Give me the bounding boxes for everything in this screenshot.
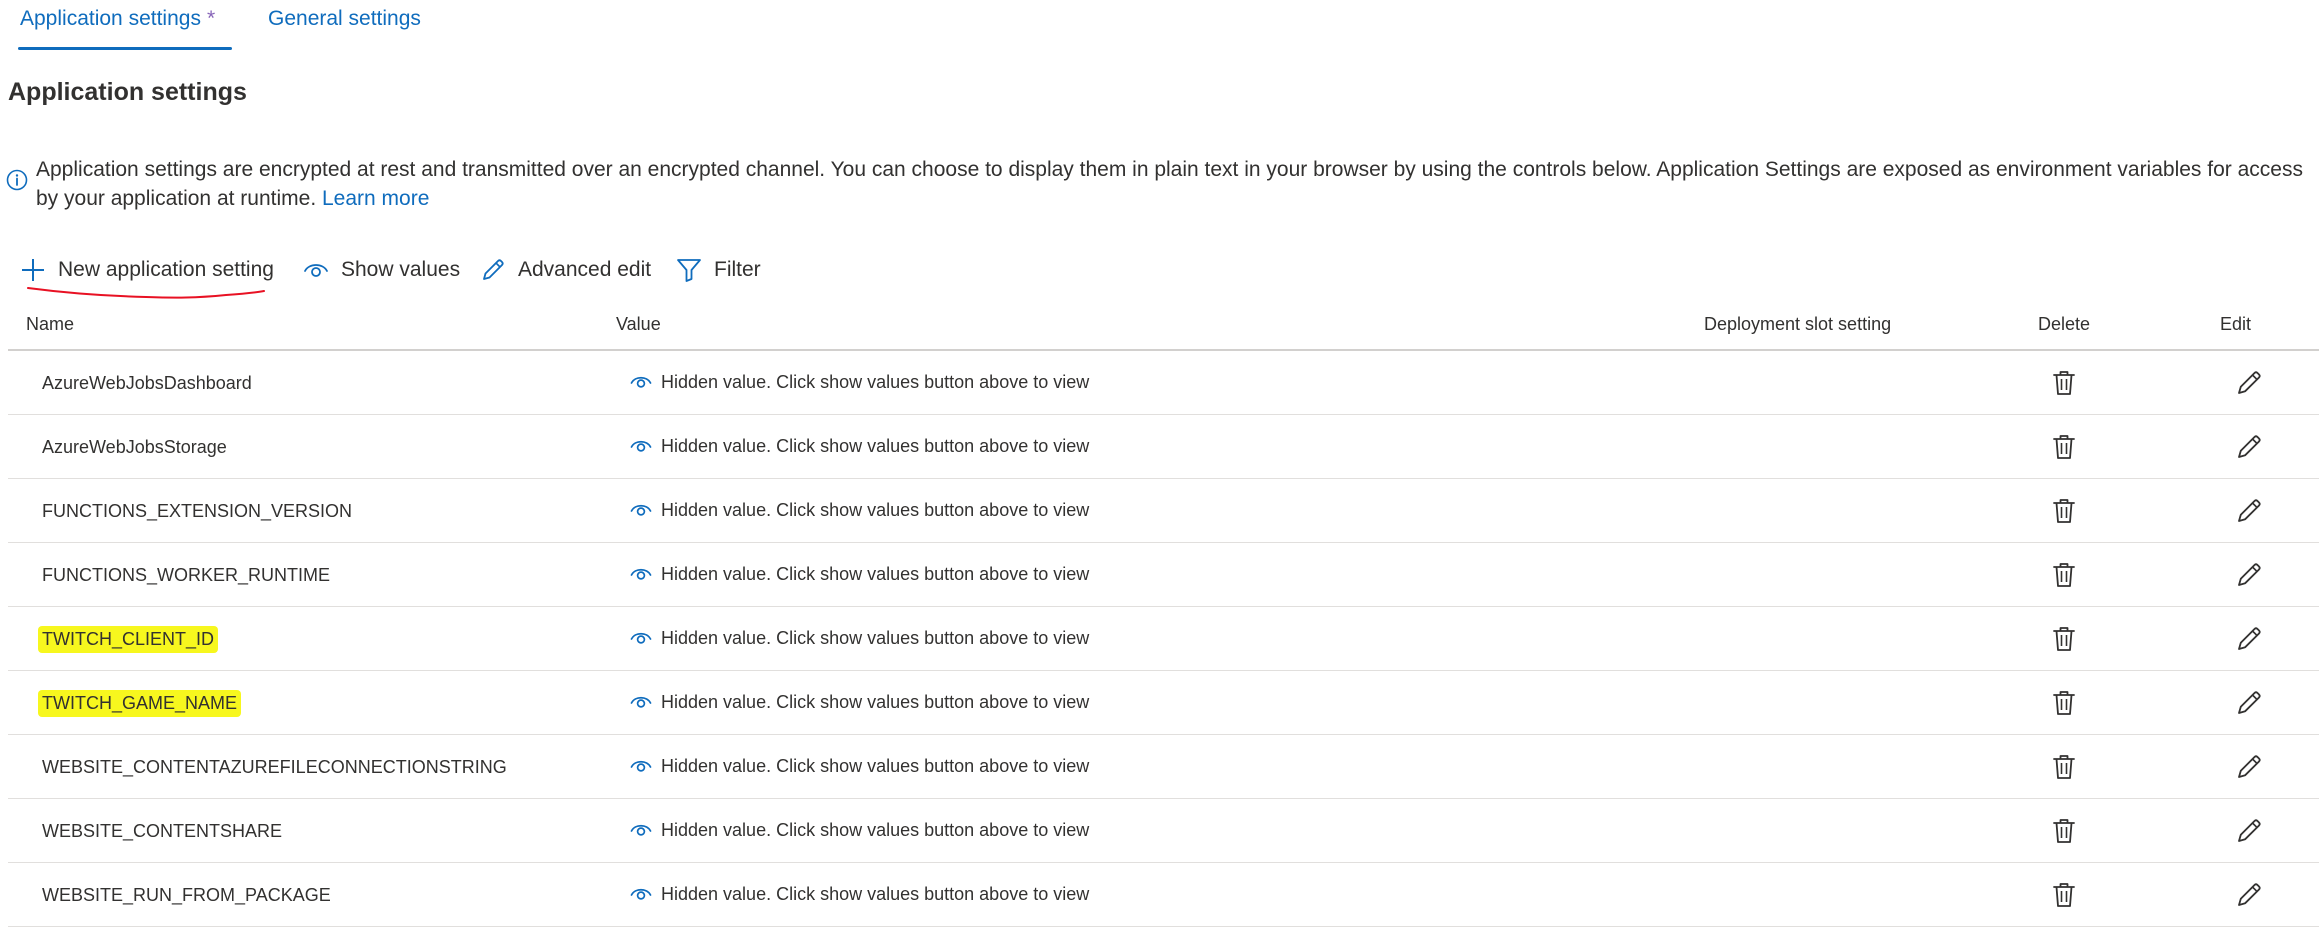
info-message: Application settings are encrypted at re… [36,155,2319,213]
column-header-value[interactable]: Value [616,314,661,335]
setting-name[interactable]: AzureWebJobsDashboard [38,370,256,397]
tab-application-settings[interactable]: Application settings * [20,7,215,31]
info-icon [6,169,28,191]
hidden-value[interactable]: Hidden value. Click show values button a… [630,751,1089,781]
setting-name[interactable]: FUNCTIONS_WORKER_RUNTIME [38,562,334,589]
trash-icon[interactable] [2051,433,2077,461]
hidden-value-text: Hidden value. Click show values button a… [661,755,1090,776]
filter-icon [677,259,701,282]
pencil-icon[interactable] [2235,753,2263,781]
setting-name[interactable]: AzureWebJobsStorage [38,434,231,461]
table-row: TWITCH_CLIENT_ID Hidden value. Click sho… [8,607,2319,671]
show-values-button[interactable]: Show values [303,250,460,290]
table-row: AzureWebJobsDashboard Hidden value. Clic… [8,351,2319,415]
advanced-edit-button[interactable]: Advanced edit [480,250,651,290]
annotation-underline [27,287,265,299]
pencil-icon [483,259,504,280]
command-bar: New application setting Show values Adva… [0,250,2319,290]
eye-icon [630,376,652,388]
trash-icon[interactable] [2051,625,2077,653]
setting-name[interactable]: WEBSITE_RUN_FROM_PACKAGE [38,882,335,909]
pencil-icon[interactable] [2235,497,2263,525]
setting-name[interactable]: FUNCTIONS_EXTENSION_VERSION [38,498,356,525]
pencil-icon[interactable] [2235,433,2263,461]
trash-icon[interactable] [2051,689,2077,717]
eye-icon [630,632,652,644]
trash-icon[interactable] [2051,497,2077,525]
table-header: Name Value Deployment slot setting Delet… [8,306,2319,351]
tab-bar: Application settings * General settings [0,0,2319,52]
eye-icon [630,760,652,772]
column-header-deployment-slot[interactable]: Deployment slot setting [1704,314,1891,335]
setting-name[interactable]: TWITCH_GAME_NAME [38,690,242,717]
learn-more-link[interactable]: Learn more [322,187,429,210]
setting-name[interactable]: TWITCH_CLIENT_ID [38,626,219,653]
hidden-value-text: Hidden value. Click show values button a… [661,499,1090,520]
pencil-icon[interactable] [2235,881,2263,909]
hidden-value[interactable]: Hidden value. Click show values button a… [630,495,1089,525]
pencil-icon[interactable] [2235,817,2263,845]
show-values-label: Show values [341,258,461,281]
eye-icon [630,888,652,900]
pencil-icon[interactable] [2235,689,2263,717]
table-row: WEBSITE_CONTENTAZUREFILECONNECTIONSTRING… [8,735,2319,799]
active-tab-indicator [18,47,232,50]
eye-icon [630,440,652,452]
plus-icon [22,259,44,281]
column-header-edit: Edit [2220,314,2252,334]
eye-icon [630,504,652,516]
unsaved-changes-marker: * [206,7,216,30]
column-header-name[interactable]: Name [26,314,74,335]
table-row: FUNCTIONS_WORKER_RUNTIME Hidden value. C… [8,543,2319,607]
pencil-icon[interactable] [2235,369,2263,397]
eye-icon [630,696,652,708]
hidden-value[interactable]: Hidden value. Click show values button a… [630,559,1089,589]
eye-icon [630,568,652,580]
table-body: AzureWebJobsDashboard Hidden value. Clic… [8,351,2319,927]
trash-icon[interactable] [2051,561,2077,589]
hidden-value[interactable]: Hidden value. Click show values button a… [630,879,1089,909]
hidden-value-text: Hidden value. Click show values button a… [661,563,1090,584]
hidden-value-text: Hidden value. Click show values button a… [661,371,1090,392]
hidden-value-text: Hidden value. Click show values button a… [661,883,1090,904]
hidden-value[interactable]: Hidden value. Click show values button a… [630,367,1089,397]
hidden-value[interactable]: Hidden value. Click show values button a… [630,623,1089,653]
filter-button[interactable]: Filter [676,250,761,290]
hidden-value[interactable]: Hidden value. Click show values button a… [630,431,1089,461]
tab-general-settings[interactable]: General settings [268,7,421,31]
hidden-value-text: Hidden value. Click show values button a… [661,627,1090,648]
section-title: Application settings [8,78,247,106]
hidden-value-text: Hidden value. Click show values button a… [661,435,1090,456]
table-row: TWITCH_GAME_NAME Hidden value. Click sho… [8,671,2319,735]
setting-name[interactable]: WEBSITE_CONTENTSHARE [38,818,286,845]
hidden-value-text: Hidden value. Click show values button a… [661,691,1090,712]
column-header-delete: Delete [2038,314,2091,334]
pencil-icon[interactable] [2235,625,2263,653]
table-row: FUNCTIONS_EXTENSION_VERSION Hidden value… [8,479,2319,543]
hidden-value-text: Hidden value. Click show values button a… [661,819,1090,840]
setting-name[interactable]: WEBSITE_CONTENTAZUREFILECONNECTIONSTRING [38,754,511,781]
trash-icon[interactable] [2051,753,2077,781]
trash-icon[interactable] [2051,881,2077,909]
trash-icon[interactable] [2051,369,2077,397]
table-row: WEBSITE_CONTENTSHARE Hidden value. Click… [8,799,2319,863]
eye-icon [630,824,652,836]
tab-application-settings-label: Application settings [20,7,201,30]
table-row: WEBSITE_RUN_FROM_PACKAGE Hidden value. C… [8,863,2319,927]
app-settings-table: Name Value Deployment slot setting Delet… [8,306,2319,927]
trash-icon[interactable] [2051,817,2077,845]
advanced-edit-label: Advanced edit [518,258,652,281]
hidden-value[interactable]: Hidden value. Click show values button a… [630,687,1089,717]
eye-icon [304,264,328,277]
filter-label: Filter [714,258,761,281]
pencil-icon[interactable] [2235,561,2263,589]
hidden-value[interactable]: Hidden value. Click show values button a… [630,815,1089,845]
new-application-setting-label: New application setting [58,258,274,281]
table-row: AzureWebJobsStorage Hidden value. Click … [8,415,2319,479]
